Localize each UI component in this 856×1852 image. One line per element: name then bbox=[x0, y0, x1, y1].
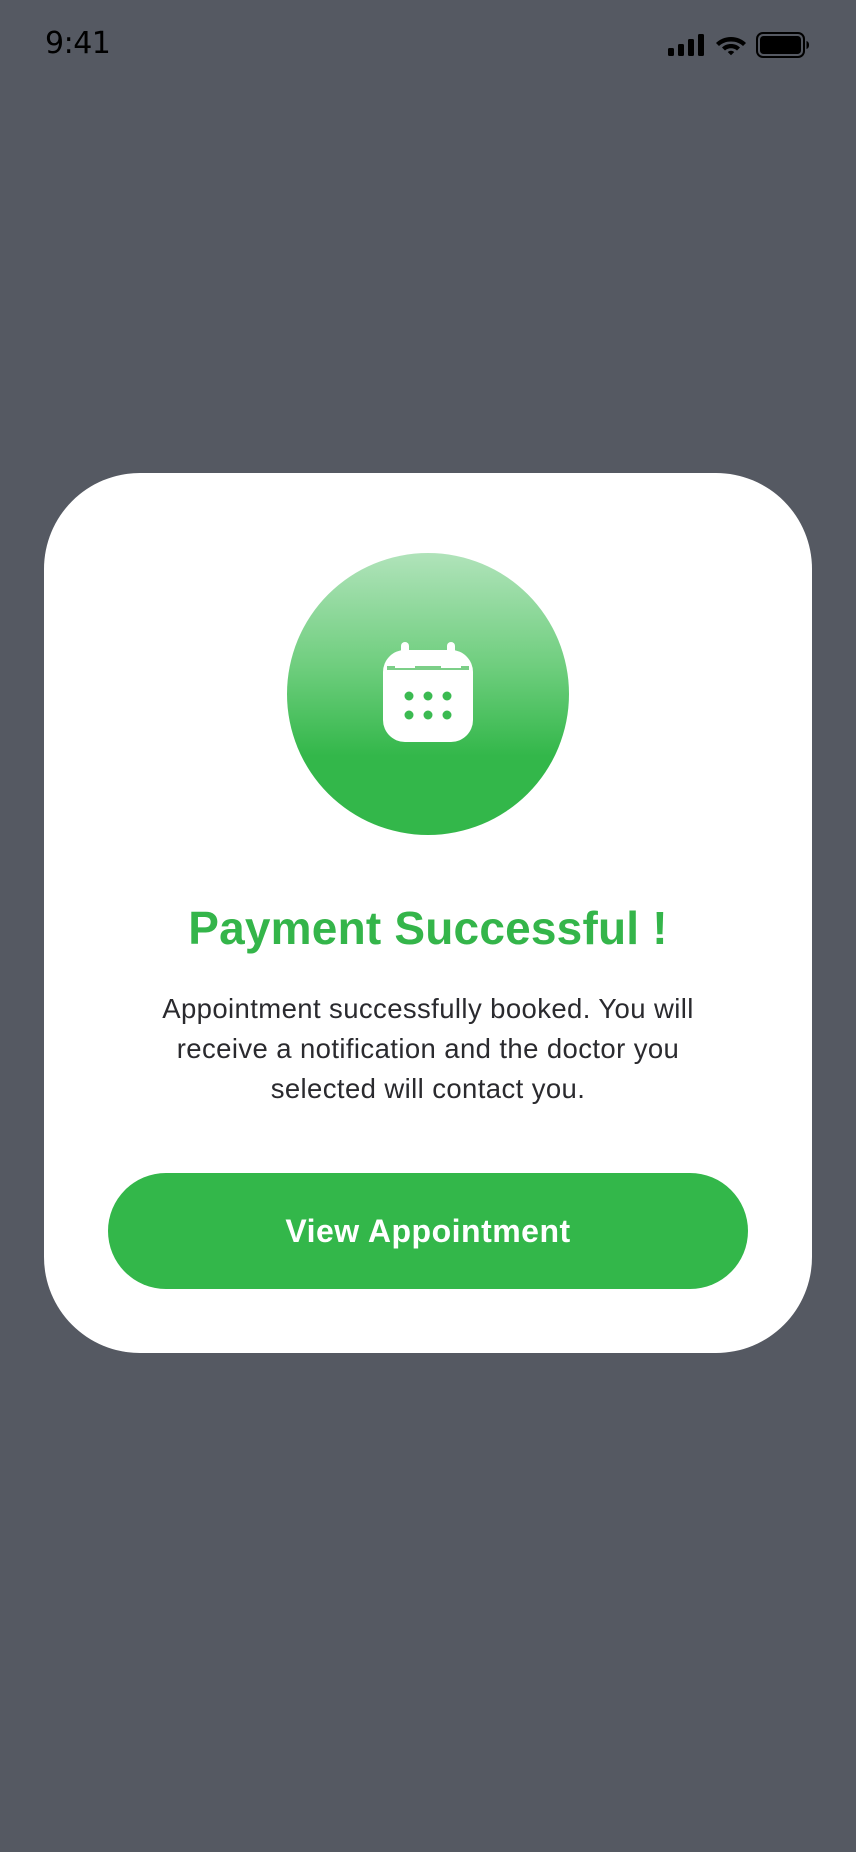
battery-icon bbox=[756, 32, 810, 58]
payment-success-modal: Payment Successful ! Appointment success… bbox=[44, 473, 812, 1353]
cellular-signal-icon bbox=[668, 34, 706, 56]
status-time: 9:41 bbox=[45, 26, 111, 61]
modal-title: Payment Successful ! bbox=[188, 902, 668, 954]
view-appointment-button[interactable]: View Appointment bbox=[108, 1173, 748, 1289]
wifi-icon bbox=[715, 33, 747, 57]
calendar-icon bbox=[383, 641, 473, 747]
modal-message: Appointment successfully booked. You wil… bbox=[162, 993, 694, 1104]
success-icon-circle bbox=[287, 553, 569, 835]
status-bar: 9:41 bbox=[0, 0, 856, 90]
status-icons bbox=[668, 30, 810, 60]
